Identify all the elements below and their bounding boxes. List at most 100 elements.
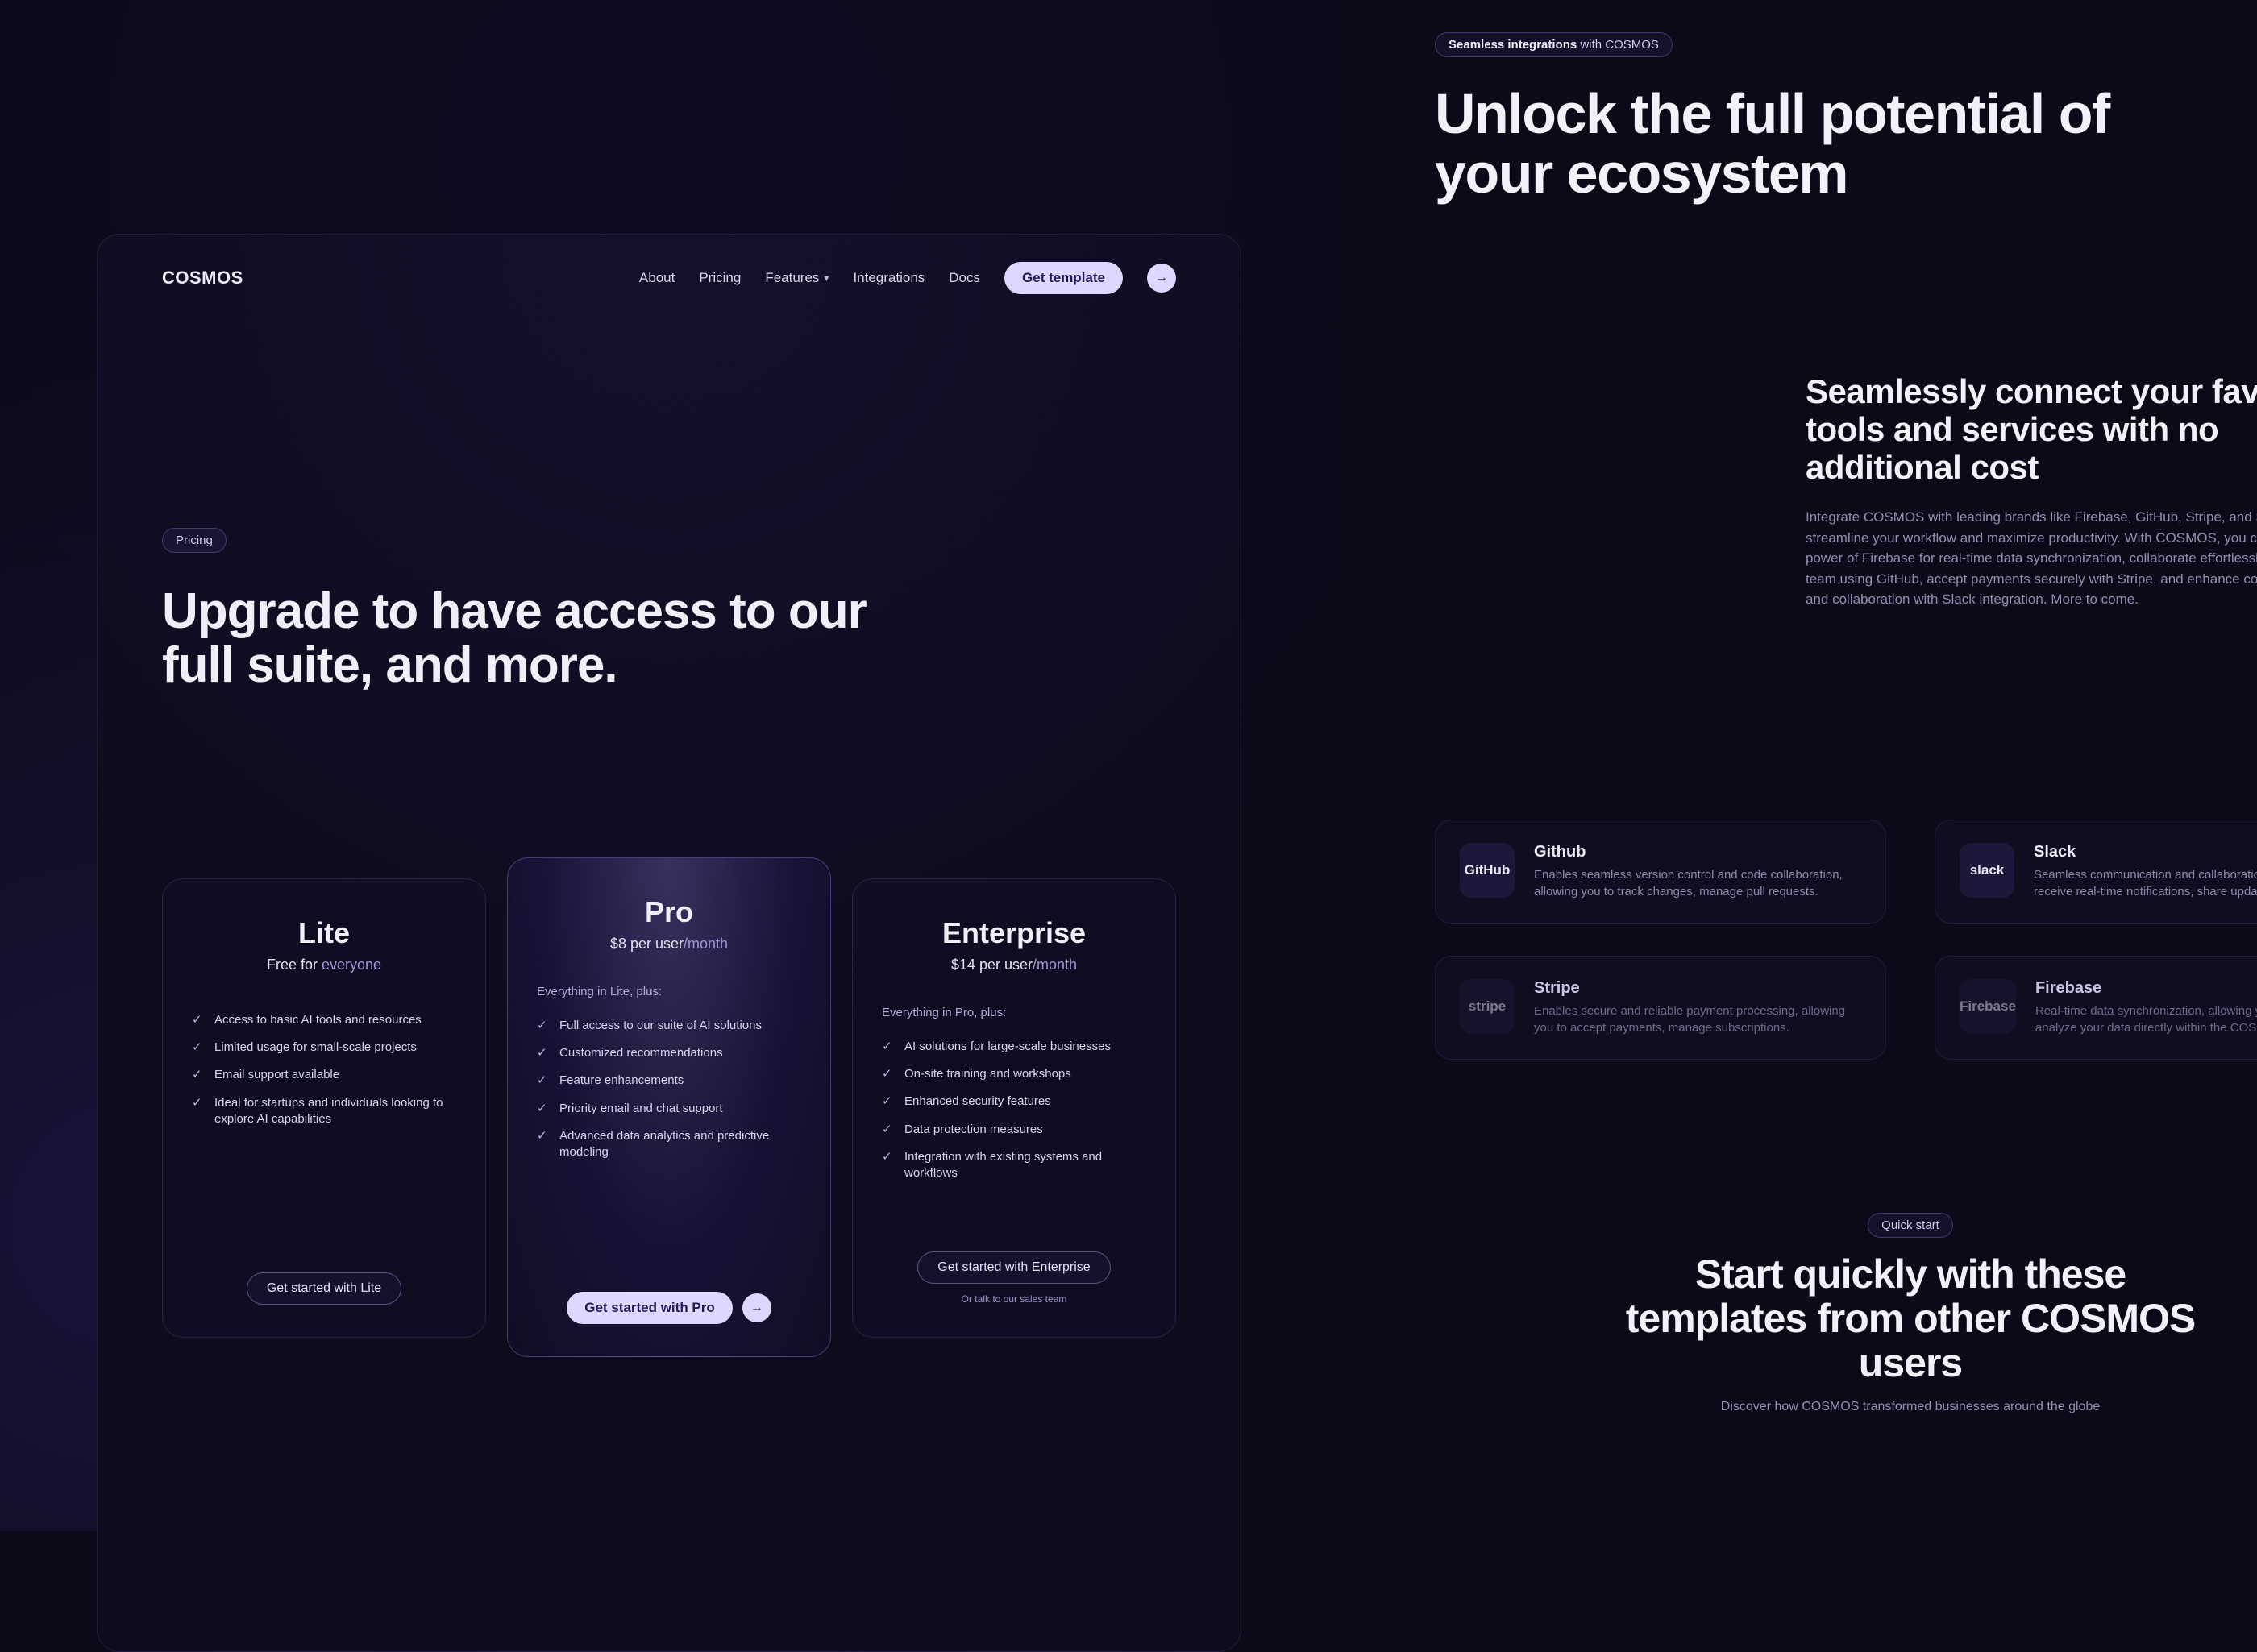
plan-pro-price: $8 per user/month xyxy=(537,936,801,953)
list-item: On-site training and workshops xyxy=(904,1066,1071,1082)
list-item: Priority email and chat support xyxy=(559,1101,723,1117)
list-item: Advanced data analytics and predictive m… xyxy=(559,1128,801,1161)
integration-desc: Enables seamless version control and cod… xyxy=(1534,866,1861,900)
check-icon: ✓ xyxy=(537,1102,550,1117)
integrations-tag: Seamless integrations with COSMOS xyxy=(1435,32,2257,57)
github-icon: GitHub xyxy=(1460,843,1515,898)
get-template-button[interactable]: Get template xyxy=(1004,262,1123,294)
check-icon: ✓ xyxy=(192,1069,205,1083)
plan-lite-features: ✓Access to basic AI tools and resources … xyxy=(192,1012,456,1127)
integration-desc: Seamless communication and collaboration… xyxy=(2034,866,2257,900)
integrations-sub-block: Seamlessly connect your favorite tools a… xyxy=(1806,372,2257,610)
check-icon: ✓ xyxy=(537,1019,550,1034)
integration-card-slack[interactable]: slack Slack Seamless communication and c… xyxy=(1935,820,2257,924)
lite-cta-button[interactable]: Get started with Lite xyxy=(247,1272,401,1305)
nav-about[interactable]: About xyxy=(639,270,675,286)
hero-block: Pricing Upgrade to have access to our fu… xyxy=(162,528,1176,693)
list-item: Feature enhancements xyxy=(559,1073,684,1089)
integration-title: Github xyxy=(1534,843,1861,861)
list-item: Data protection measures xyxy=(904,1122,1043,1138)
check-icon: ✓ xyxy=(192,1014,205,1028)
check-icon: ✓ xyxy=(192,1097,205,1128)
chevron-down-icon: ▾ xyxy=(824,272,829,284)
arrow-button[interactable]: → xyxy=(1147,264,1176,293)
pro-arrow-button[interactable]: → xyxy=(742,1293,771,1322)
check-icon: ✓ xyxy=(882,1068,895,1082)
integrations-hero: Unlock the full potential of your ecosys… xyxy=(1435,85,2112,203)
nav: About Pricing Features ▾ Integrations Do… xyxy=(639,262,1176,294)
integrations-tag-bold: Seamless integrations xyxy=(1449,38,1577,52)
list-item: Full access to our suite of AI solutions xyxy=(559,1018,762,1034)
arrow-right-icon: → xyxy=(750,1301,763,1315)
check-icon: ✓ xyxy=(537,1047,550,1061)
plan-pro-name: Pro xyxy=(537,895,801,929)
pricing-tag: Pricing xyxy=(162,528,227,553)
list-item: Enhanced security features xyxy=(904,1094,1051,1110)
integration-desc: Real-time data synchronization, allowing… xyxy=(2035,1002,2257,1036)
check-icon: ✓ xyxy=(537,1074,550,1089)
enterprise-sales-link[interactable]: Or talk to our sales team xyxy=(962,1293,1067,1305)
check-icon: ✓ xyxy=(882,1123,895,1138)
check-icon: ✓ xyxy=(537,1130,550,1161)
pricing-row: Lite Free for everyone ✓ Access to basic … xyxy=(162,878,1176,1338)
plan-enterprise-price: $14 per user/month xyxy=(882,957,1146,973)
list-item: Ideal for startups and individuals looki… xyxy=(214,1095,456,1128)
pro-cta-button[interactable]: Get started with Pro xyxy=(567,1292,733,1324)
arrow-right-icon: → xyxy=(1155,271,1168,285)
quickstart-title: Start quickly with these templates from … xyxy=(1620,1252,2201,1385)
nav-pricing[interactable]: Pricing xyxy=(699,270,741,286)
slack-icon: slack xyxy=(1960,843,2014,898)
plan-card-pro: Pro $8 per user/month Everything in Lite… xyxy=(507,857,831,1357)
logo[interactable]: COSMOS xyxy=(162,268,243,288)
integrations-grid: GitHub Github Enables seamless version c… xyxy=(1435,820,2257,1060)
integration-card-firebase[interactable]: Firebase Firebase Real-time data synchro… xyxy=(1935,956,2257,1060)
check-icon: ✓ xyxy=(882,1040,895,1055)
nav-integrations[interactable]: Integrations xyxy=(853,270,925,286)
check-icon: ✓ xyxy=(192,1041,205,1056)
browser-frame: COSMOS About Pricing Features ▾ Integrat… xyxy=(97,234,1241,1652)
nav-features[interactable]: Features ▾ xyxy=(765,270,829,286)
integration-card-github[interactable]: GitHub Github Enables seamless version c… xyxy=(1435,820,1886,924)
list-item: Limited usage for small-scale projects xyxy=(214,1040,417,1056)
plan-enterprise-lead: Everything in Pro, plus: xyxy=(882,1006,1146,1019)
check-icon: ✓ xyxy=(882,1095,895,1110)
plan-pro-lead: Everything in Lite, plus: xyxy=(537,985,801,998)
list-item: AI solutions for large-scale businesses xyxy=(904,1039,1111,1055)
nav-docs[interactable]: Docs xyxy=(949,270,980,286)
integration-desc: Enables secure and reliable payment proc… xyxy=(1534,1002,1861,1036)
plan-enterprise-name: Enterprise xyxy=(882,916,1146,950)
plan-pro-features: ✓ Full access to our suite of AI solution… xyxy=(537,1018,801,1161)
plan-card-lite: Lite Free for everyone ✓ Access to basic … xyxy=(162,878,486,1338)
plan-lite-price: Free for everyone xyxy=(192,957,456,973)
nav-features-label: Features xyxy=(765,270,819,286)
plan-lite-price-suffix: everyone xyxy=(322,957,381,973)
list-item: Access to basic AI tools and resources xyxy=(214,1012,422,1028)
integration-card-stripe[interactable]: stripe Stripe Enables secure and reliabl… xyxy=(1435,956,1886,1060)
firebase-icon: Firebase xyxy=(1960,979,2016,1034)
integration-title: Slack xyxy=(2034,843,2257,861)
plan-card-enterprise: Enterprise $14 per user/month Everything… xyxy=(852,878,1176,1338)
integrations-sub-title: Seamlessly connect your favorite tools a… xyxy=(1806,372,2257,486)
plan-pro-price-prefix: $8 per user xyxy=(610,936,684,952)
quickstart-block: Quick start Start quickly with these tem… xyxy=(1435,1213,2257,1414)
integration-title: Firebase xyxy=(2035,979,2257,998)
integrations-sub-body: Integrate COSMOS with leading brands lik… xyxy=(1806,507,2257,610)
check-icon: ✓ xyxy=(882,1151,895,1182)
plan-pro-price-suffix: /month xyxy=(684,936,728,952)
list-item: Email support available xyxy=(214,1067,339,1083)
plan-enterprise-price-prefix: $14 per user xyxy=(951,957,1033,973)
list-item: Integration with existing systems and wo… xyxy=(904,1149,1146,1182)
plan-lite-price-prefix: Free for xyxy=(267,957,322,973)
integrations-tag-rest: with COSMOS xyxy=(1577,38,1659,52)
topbar: COSMOS About Pricing Features ▾ Integrat… xyxy=(162,235,1176,310)
enterprise-cta-button[interactable]: Get started with Enterprise xyxy=(917,1251,1110,1284)
hero-title: Upgrade to have access to our full suite… xyxy=(162,585,904,693)
list-item: Customized recommendations xyxy=(559,1045,723,1061)
stripe-icon: stripe xyxy=(1460,979,1515,1034)
quickstart-tag: Quick start xyxy=(1868,1213,1953,1238)
plan-lite-name: Lite xyxy=(192,916,456,950)
plan-enterprise-price-suffix: /month xyxy=(1033,957,1077,973)
quickstart-sub: Discover how COSMOS transformed business… xyxy=(1467,1400,2257,1414)
plan-enterprise-features: ✓ AI solutions for large-scale businesses… xyxy=(882,1039,1146,1182)
integration-title: Stripe xyxy=(1534,979,1861,998)
